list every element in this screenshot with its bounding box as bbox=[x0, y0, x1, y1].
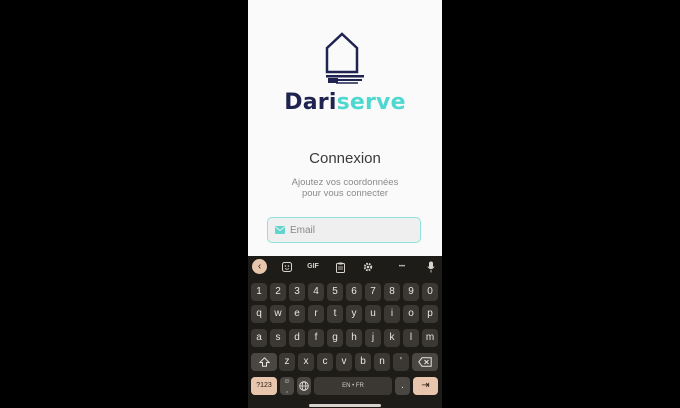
sticker-icon[interactable] bbox=[282, 262, 292, 272]
key-m[interactable]: m bbox=[422, 329, 438, 347]
key-r[interactable]: r bbox=[308, 305, 324, 323]
app-logo bbox=[248, 30, 442, 90]
period-key[interactable]: . bbox=[395, 377, 410, 395]
key-5[interactable]: 5 bbox=[327, 283, 343, 301]
emoji-icon: ☺ bbox=[283, 378, 291, 385]
symbols-key[interactable]: ?123 bbox=[251, 377, 277, 395]
backspace-key[interactable] bbox=[412, 353, 438, 371]
comma-label: , bbox=[286, 387, 288, 394]
keyboard-toolbar: ‹ GIF ••• bbox=[248, 256, 442, 278]
phone-screen: Dariserve Connexion Ajoutez vos coordonn… bbox=[248, 0, 442, 408]
key-e[interactable]: e bbox=[289, 305, 305, 323]
page-subtitle: Ajoutez vos coordonnées pour vous connec… bbox=[278, 177, 412, 199]
key-b[interactable]: b bbox=[355, 353, 371, 371]
key-1[interactable]: 1 bbox=[251, 283, 267, 301]
key-f[interactable]: f bbox=[308, 329, 324, 347]
key-u[interactable]: u bbox=[365, 305, 381, 323]
keyboard-row-1: q w e r t y u i o p bbox=[248, 305, 442, 323]
brand-name: Dariserve bbox=[248, 90, 442, 115]
key-h[interactable]: h bbox=[346, 329, 362, 347]
gear-icon[interactable] bbox=[363, 262, 373, 272]
language-key[interactable] bbox=[297, 377, 311, 395]
keyboard-row-2: a s d f g h j k l m bbox=[248, 329, 442, 347]
shift-icon bbox=[258, 357, 270, 367]
key-v[interactable]: v bbox=[336, 353, 352, 371]
enter-key[interactable]: ⇥ bbox=[413, 377, 438, 395]
key-c[interactable]: c bbox=[317, 353, 333, 371]
space-key[interactable]: EN • FR bbox=[314, 377, 392, 395]
key-p[interactable]: p bbox=[422, 305, 438, 323]
microphone-icon[interactable] bbox=[427, 261, 435, 273]
shift-key[interactable] bbox=[251, 353, 277, 371]
key-6[interactable]: 6 bbox=[346, 283, 362, 301]
backspace-icon bbox=[418, 357, 432, 367]
gif-button[interactable]: GIF bbox=[305, 260, 321, 274]
key-d[interactable]: d bbox=[289, 329, 305, 347]
brand-name-part1: Dari bbox=[284, 90, 337, 115]
email-input[interactable] bbox=[290, 221, 414, 239]
key-apostrophe[interactable]: ' bbox=[393, 353, 409, 371]
key-a[interactable]: a bbox=[251, 329, 267, 347]
subtitle-line-2: pour vous connecter bbox=[301, 188, 389, 199]
key-l[interactable]: l bbox=[403, 329, 419, 347]
key-t[interactable]: t bbox=[327, 305, 343, 323]
soft-keyboard: ‹ GIF ••• 1 2 3 4 5 6 7 8 9 0 q w e r t … bbox=[248, 256, 442, 408]
key-4[interactable]: 4 bbox=[308, 283, 324, 301]
key-o[interactable]: o bbox=[403, 305, 419, 323]
key-i[interactable]: i bbox=[384, 305, 400, 323]
emoji-comma-key[interactable]: ☺ , bbox=[280, 377, 294, 395]
key-0[interactable]: 0 bbox=[422, 283, 438, 301]
key-n[interactable]: n bbox=[374, 353, 390, 371]
key-y[interactable]: y bbox=[346, 305, 362, 323]
key-s[interactable]: s bbox=[270, 329, 286, 347]
more-button[interactable]: ••• bbox=[395, 260, 409, 274]
key-g[interactable]: g bbox=[327, 329, 343, 347]
key-8[interactable]: 8 bbox=[384, 283, 400, 301]
key-9[interactable]: 9 bbox=[403, 283, 419, 301]
key-7[interactable]: 7 bbox=[365, 283, 381, 301]
key-w[interactable]: w bbox=[270, 305, 286, 323]
key-j[interactable]: j bbox=[365, 329, 381, 347]
globe-icon bbox=[299, 381, 309, 391]
keyboard-back-button[interactable]: ‹ bbox=[252, 259, 267, 274]
keyboard-bottom-row: ?123 ☺ , EN • FR . ⇥ bbox=[248, 377, 442, 395]
email-field-container[interactable] bbox=[267, 217, 421, 243]
brand-name-part2: serve bbox=[336, 90, 406, 115]
key-q[interactable]: q bbox=[251, 305, 267, 323]
key-2[interactable]: 2 bbox=[270, 283, 286, 301]
key-k[interactable]: k bbox=[384, 329, 400, 347]
home-indicator[interactable] bbox=[309, 404, 381, 407]
keyboard-number-row: 1 2 3 4 5 6 7 8 9 0 bbox=[248, 283, 442, 301]
clipboard-icon[interactable] bbox=[336, 262, 345, 273]
page-title: Connexion bbox=[309, 150, 381, 167]
mail-icon bbox=[275, 226, 285, 234]
key-x[interactable]: x bbox=[298, 353, 314, 371]
subtitle-line-1: Ajoutez vos coordonnées bbox=[291, 177, 399, 188]
keyboard-row-3: z x c v b n ' bbox=[248, 353, 442, 371]
key-3[interactable]: 3 bbox=[289, 283, 305, 301]
house-logo-icon bbox=[325, 32, 364, 84]
key-z[interactable]: z bbox=[279, 353, 295, 371]
